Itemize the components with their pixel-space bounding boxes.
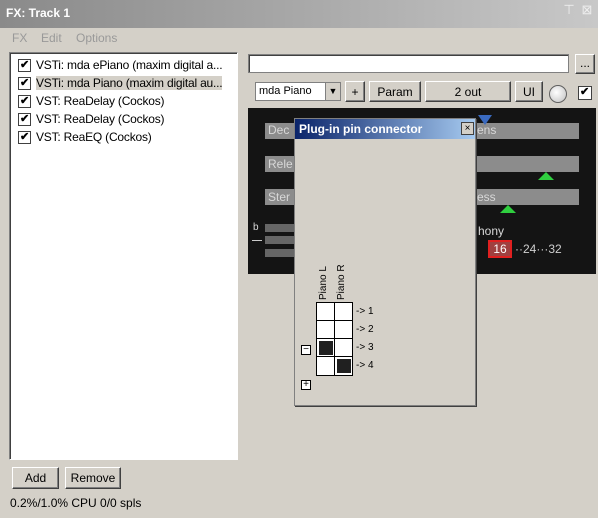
preset-select-value: mda Piano (259, 85, 312, 97)
fx-enable-checkbox[interactable] (18, 76, 31, 90)
release-label: Rele (268, 157, 293, 171)
divider (252, 240, 262, 241)
release-pointer-icon (538, 172, 554, 180)
window-title: FX: Track 1 (6, 6, 71, 20)
fx-item-label: VSTi: mda ePiano (maxim digital a... (36, 58, 223, 72)
chevron-down-icon[interactable]: ▼ (325, 83, 340, 100)
close-icon[interactable]: ⊠ (580, 3, 594, 17)
fx-item-label: VSTi: mda Piano (maxim digital au... (36, 76, 223, 90)
fx-item-label: VST: ReaDelay (Cockos) (36, 112, 165, 126)
pin-matrix (316, 302, 353, 376)
menu-edit[interactable]: Edit (41, 31, 62, 45)
preset-input[interactable] (248, 54, 569, 73)
pin-cell-3-r[interactable] (335, 339, 353, 357)
overdrive-slider[interactable] (265, 249, 295, 257)
menu-fx[interactable]: FX (12, 31, 27, 45)
pin-cell-1-l[interactable] (317, 303, 335, 321)
expand-icon[interactable]: + (301, 380, 311, 390)
pin-connector-titlebar: Plug-in pin connector (295, 119, 475, 139)
fx-item-readelay-2[interactable]: VST: ReaDelay (Cockos) (14, 111, 236, 127)
fx-enable-checkbox[interactable] (18, 58, 31, 72)
stereo-label: Ster (268, 190, 291, 204)
remove-button[interactable]: Remove (65, 467, 121, 489)
fine-tune-slider[interactable] (265, 224, 295, 232)
window-titlebar: FX: Track 1 ⊤ ⊠ (0, 0, 598, 28)
pin-cell-4-l[interactable] (317, 357, 335, 375)
fx-item-label: VST: ReaDelay (Cockos) (36, 94, 165, 108)
fx-enable-checkbox[interactable] (18, 130, 31, 144)
output-label-1: -> 1 (356, 306, 374, 317)
bypass-checkbox[interactable] (578, 85, 592, 100)
add-preset-button[interactable]: + (345, 81, 365, 102)
close-icon[interactable]: × (461, 122, 474, 135)
output-label-4: -> 4 (356, 360, 374, 371)
input-label-piano-l: Piano L (318, 266, 329, 300)
fx-chain-list[interactable]: VSTi: mda ePiano (maxim digital a... VST… (9, 52, 238, 460)
fx-enable-checkbox[interactable] (18, 112, 31, 126)
stereo-pointer-icon (500, 205, 516, 213)
cpu-status: 0.2%/1.0% CPU 0/0 spls (10, 496, 142, 510)
menubar: FX Edit Options (0, 28, 598, 48)
pin-connector-button[interactable]: 2 out (425, 81, 511, 102)
fx-item-reaeq[interactable]: VST: ReaEQ (Cockos) (14, 129, 236, 145)
collapse-icon[interactable]: − (301, 345, 311, 355)
param-button[interactable]: Param (369, 81, 421, 102)
fx-item-piano[interactable]: VSTi: mda Piano (maxim digital au... (14, 75, 236, 91)
mouse-cursor-icon (478, 115, 492, 125)
wet-knob[interactable] (549, 85, 567, 103)
b-mark: b (253, 222, 259, 233)
browse-button[interactable]: ... (575, 54, 595, 74)
output-label-2: -> 2 (356, 324, 374, 335)
menu-options[interactable]: Options (76, 31, 117, 45)
pin-icon[interactable]: ⊤ (562, 3, 576, 17)
preset-select[interactable]: mda Piano ▼ (255, 82, 341, 101)
polyphony-scale: ··24···32 (515, 242, 562, 256)
fx-item-epiano[interactable]: VSTi: mda ePiano (maxim digital a... (14, 57, 236, 73)
pin-cell-2-l[interactable] (317, 321, 335, 339)
add-button[interactable]: Add (12, 467, 59, 489)
polyphony-current[interactable]: 16 (488, 240, 512, 258)
pin-connector-title: Plug-in pin connector (299, 122, 423, 136)
decay-label: Dec (268, 123, 290, 137)
fx-item-readelay-1[interactable]: VST: ReaDelay (Cockos) (14, 93, 236, 109)
polyphony-label: hony (478, 224, 505, 238)
pin-cell-2-r[interactable] (335, 321, 353, 339)
ui-button[interactable]: UI (515, 81, 543, 102)
pin-cell-4-r[interactable] (335, 357, 353, 375)
random-slider[interactable] (265, 236, 295, 244)
pin-cell-3-l[interactable] (317, 339, 335, 357)
output-label-3: -> 3 (356, 342, 374, 353)
fx-enable-checkbox[interactable] (18, 94, 31, 108)
input-label-piano-r: Piano R (336, 264, 347, 300)
decay-right-label: ens (477, 123, 497, 137)
pin-cell-1-r[interactable] (335, 303, 353, 321)
fx-item-label: VST: ReaEQ (Cockos) (36, 130, 152, 144)
stereo-right-label: ess (477, 190, 496, 204)
